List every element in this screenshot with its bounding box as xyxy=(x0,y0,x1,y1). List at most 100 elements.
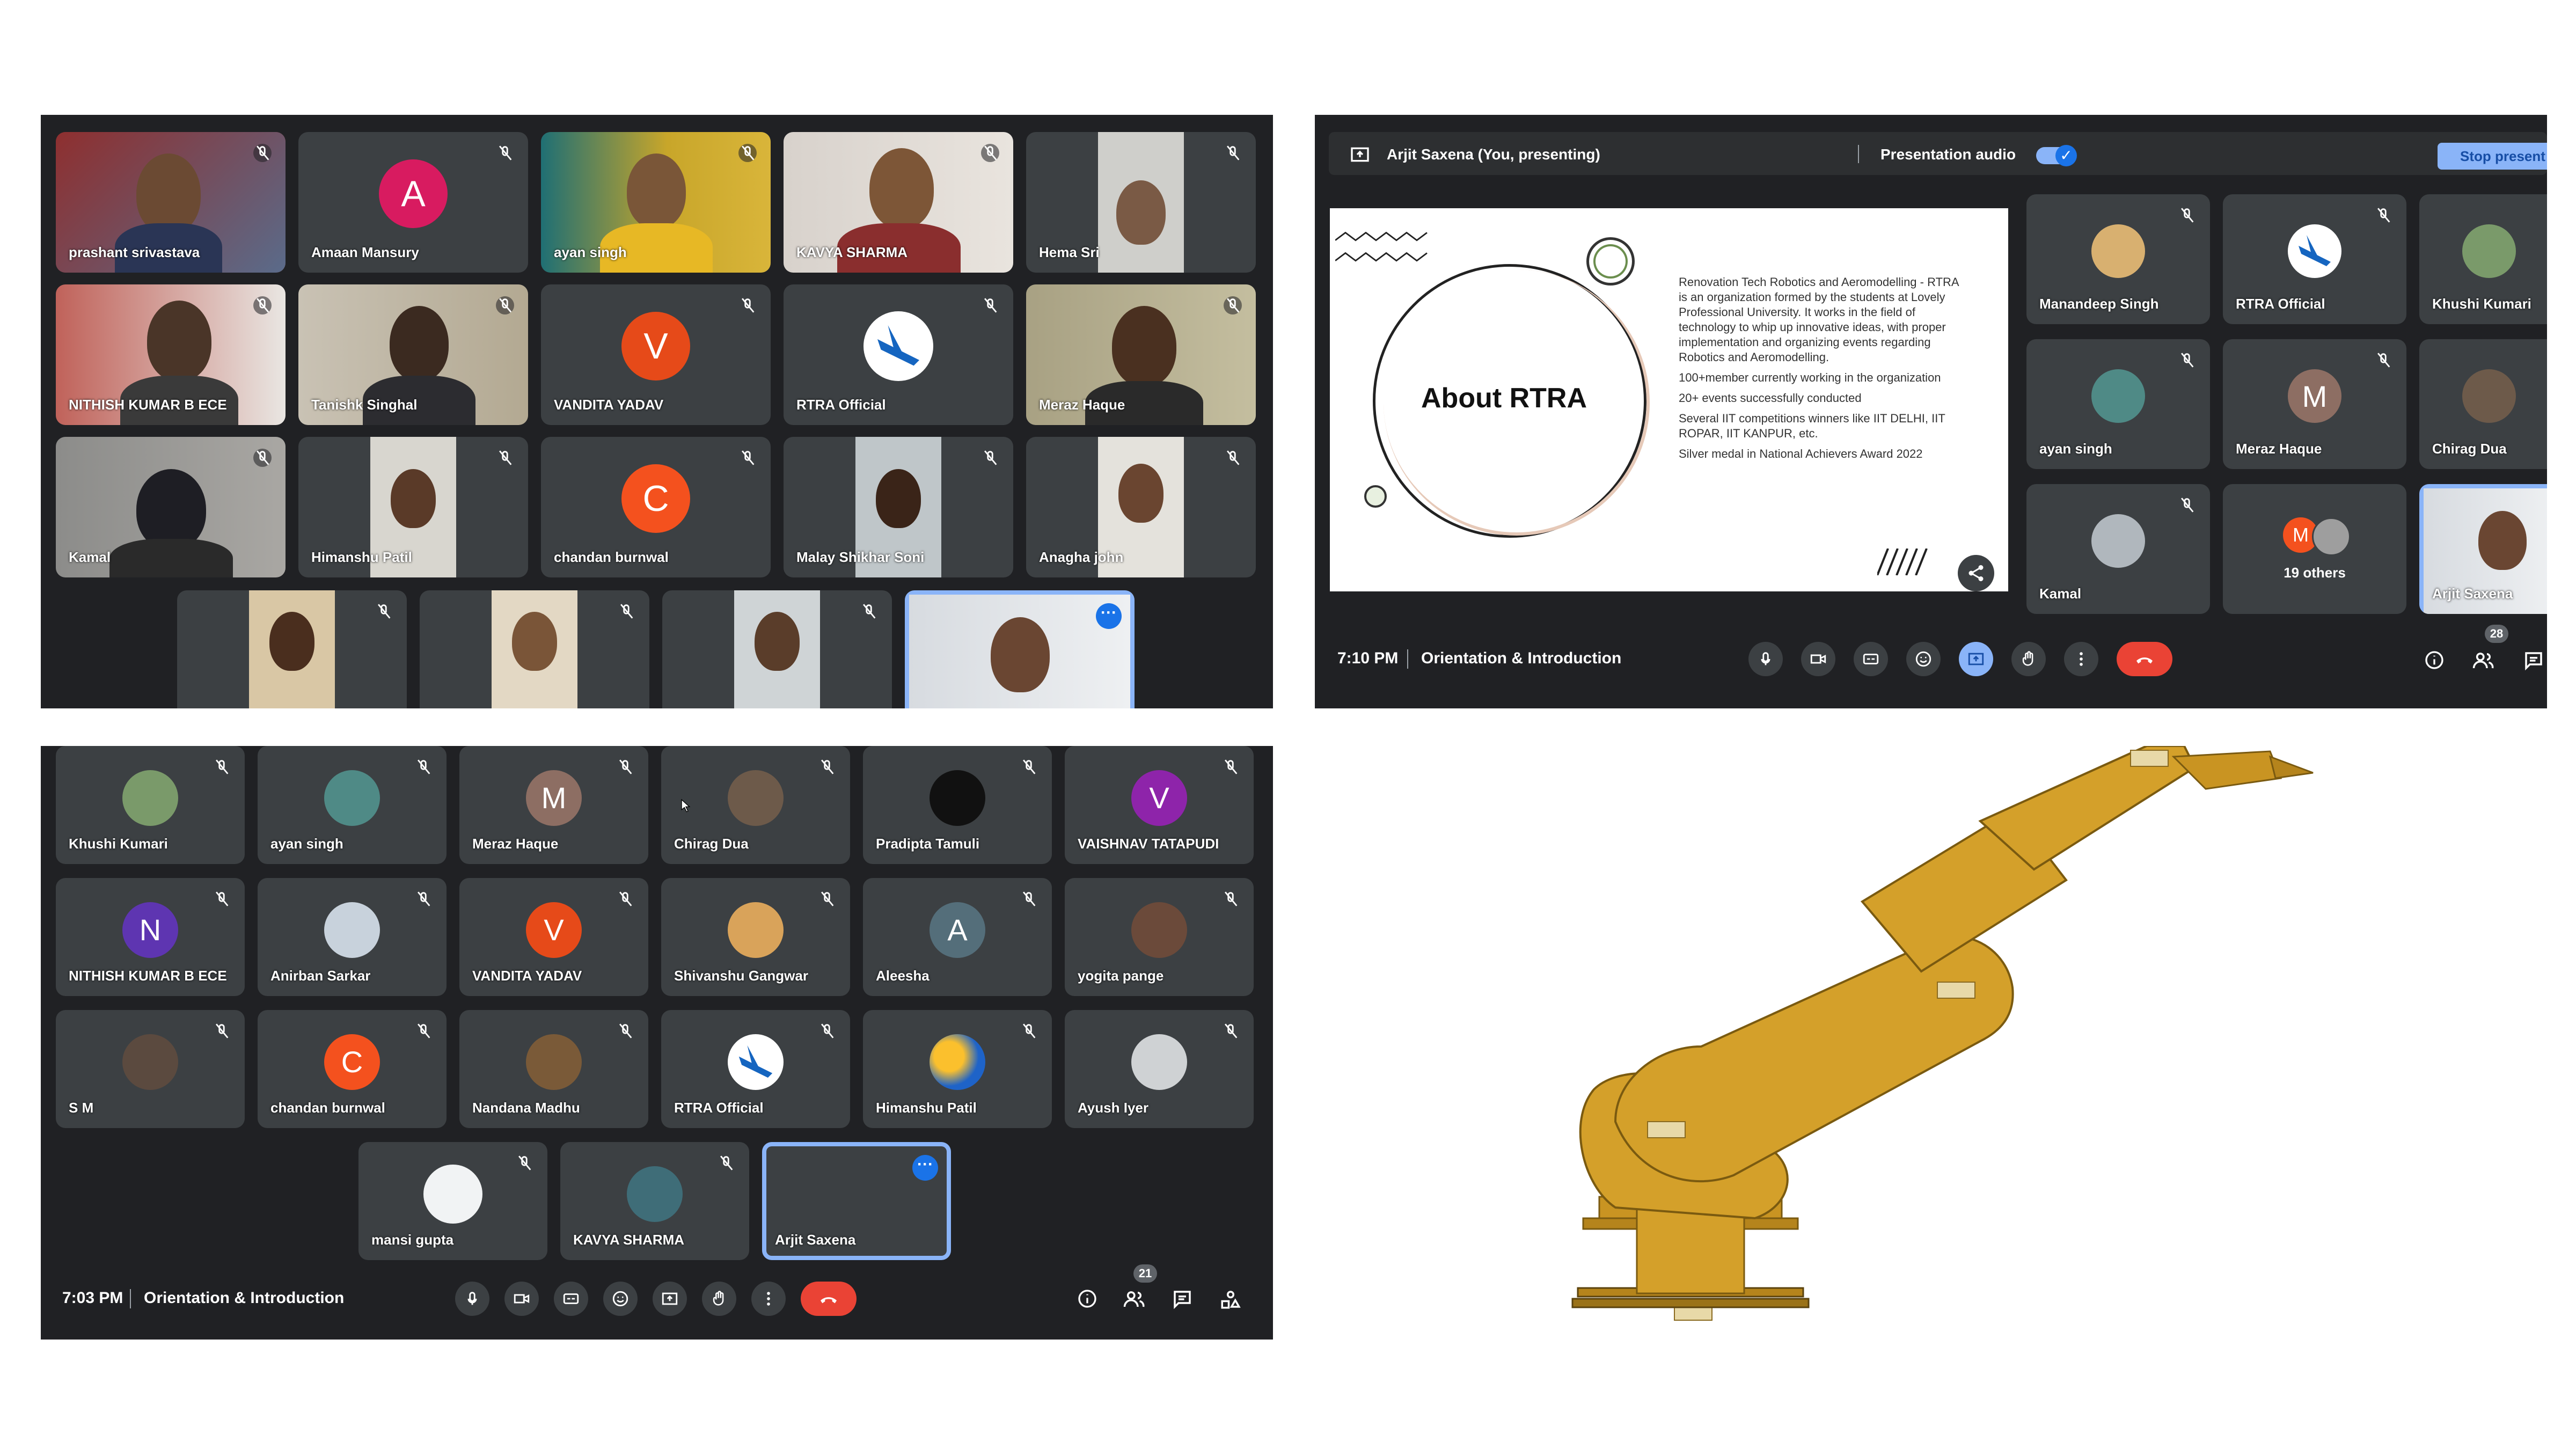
participant-tile[interactable]: Kamal xyxy=(56,437,286,577)
chat-icon[interactable] xyxy=(1171,1288,1194,1311)
participant-tile[interactable] xyxy=(177,590,407,708)
mic-off-icon xyxy=(1224,891,1238,906)
activities-icon[interactable] xyxy=(1219,1288,1242,1311)
stop-presenting-button[interactable]: Stop present xyxy=(2438,143,2547,170)
participant-tile[interactable]: Pradipta Tamuli xyxy=(863,746,1052,864)
share-icon[interactable] xyxy=(1958,555,1994,591)
participant-tile[interactable]: RTRA Official xyxy=(784,284,1013,425)
presentation-audio-toggle[interactable]: ✓ xyxy=(2036,145,2077,166)
participant-name: RTRA Official xyxy=(2236,296,2325,312)
participant-tile[interactable]: ayan singh xyxy=(2026,339,2210,469)
participant-tile[interactable]: Kamal xyxy=(2026,484,2210,614)
self-view-tile[interactable]: Arjit Saxena xyxy=(2419,484,2547,614)
participant-tile[interactable]: Hema Sri xyxy=(1026,132,1256,273)
participant-tile[interactable]: Himanshu Patil xyxy=(863,1010,1052,1128)
participant-tile[interactable]: Himanshu Patil xyxy=(298,437,528,577)
others-tile[interactable]: M 19 others xyxy=(2223,484,2406,614)
captions-button[interactable] xyxy=(554,1282,588,1316)
participant-tile[interactable]: C chandan burnwal xyxy=(541,437,771,577)
present-screen-icon xyxy=(662,1292,678,1305)
leave-call-button[interactable] xyxy=(2117,642,2172,676)
participant-name: S M xyxy=(69,1100,94,1116)
participant-tile[interactable]: NITHISH KUMAR B ECE xyxy=(56,284,286,425)
participant-tile[interactable]: Malay Shikhar Soni xyxy=(784,437,1013,577)
participant-tile[interactable]: prashant srivastava xyxy=(56,132,286,273)
participant-tile[interactable]: A Aleesha xyxy=(863,878,1052,996)
participant-tile[interactable]: S M xyxy=(56,1010,245,1128)
phone-hangup-icon xyxy=(821,1297,837,1304)
mic-off-icon xyxy=(619,1023,632,1038)
participant-tile[interactable]: Anagha john xyxy=(1026,437,1256,577)
more-options-button[interactable] xyxy=(751,1282,786,1316)
camera-button[interactable] xyxy=(1801,642,1835,676)
self-view-tile[interactable]: ··· Arjit Saxena xyxy=(762,1142,951,1260)
reactions-button[interactable] xyxy=(1906,642,1941,676)
avatar xyxy=(2462,369,2516,423)
zigzag-decoration xyxy=(1335,232,1428,262)
participant-tile[interactable]: V VANDITA YADAV xyxy=(541,284,771,425)
mic-off-icon xyxy=(981,144,999,162)
participant-tile[interactable]: KAVYA SHARMA xyxy=(560,1142,749,1260)
avatar xyxy=(122,1034,178,1090)
captions-button[interactable] xyxy=(1854,642,1888,676)
participant-tile[interactable]: Khushi Kumari xyxy=(56,746,245,864)
participant-tile[interactable]: yogita pange xyxy=(1065,878,1254,996)
participant-tile[interactable]: Manandeep Singh xyxy=(2026,194,2210,324)
more-options-icon[interactable]: ··· xyxy=(1096,603,1122,629)
more-options-icon[interactable]: ··· xyxy=(912,1155,938,1181)
participant-tile[interactable]: RTRA Official xyxy=(2223,194,2406,324)
participant-tile[interactable] xyxy=(662,590,892,708)
participant-tile[interactable]: RTRA Official xyxy=(661,1010,850,1128)
microphone-button[interactable] xyxy=(455,1282,489,1316)
mic-off-icon xyxy=(619,891,632,906)
participant-tile[interactable]: Chirag Dua xyxy=(661,746,850,864)
participant-tile[interactable]: Shivanshu Gangwar xyxy=(661,878,850,996)
participant-tile[interactable]: Ayush Iyer xyxy=(1065,1010,1254,1128)
participant-tile[interactable]: Cchandan burnwal xyxy=(258,1010,447,1128)
participant-tile[interactable]: Anirban Sarkar xyxy=(258,878,447,996)
participant-tile[interactable]: ayan singh xyxy=(541,132,771,273)
chat-icon[interactable] xyxy=(2522,649,2545,672)
info-icon[interactable] xyxy=(1077,1288,1098,1309)
captions-icon xyxy=(1863,654,1879,664)
participant-tile[interactable]: Chirag Dua xyxy=(2419,339,2547,469)
participant-name: ayan singh xyxy=(270,836,343,852)
present-button[interactable] xyxy=(1959,642,1993,676)
camera-button[interactable] xyxy=(504,1282,539,1316)
participant-tile[interactable]: Tanishk Singhal xyxy=(298,284,528,425)
participant-tile[interactable]: N NITHISH KUMAR B ECE xyxy=(56,878,245,996)
participant-tile[interactable]: A Amaan Mansury xyxy=(298,132,528,273)
participant-tile[interactable]: M Meraz Haque xyxy=(2223,339,2406,469)
participant-tile[interactable] xyxy=(420,590,649,708)
participant-tile[interactable]: mansi gupta xyxy=(358,1142,547,1260)
robot-foot xyxy=(1571,1298,1810,1308)
mic-off-icon xyxy=(496,296,514,314)
raise-hand-button[interactable] xyxy=(702,1282,736,1316)
present-button[interactable] xyxy=(653,1282,687,1316)
avatar xyxy=(2462,224,2516,279)
mic-off-icon xyxy=(2180,353,2194,368)
participant-tile[interactable]: M Meraz Haque xyxy=(459,746,648,864)
mic-off-icon xyxy=(2180,497,2194,513)
participant-tile[interactable]: Meraz Haque xyxy=(1026,284,1256,425)
participant-name: NITHISH KUMAR B ECE xyxy=(69,968,227,984)
cursor-icon xyxy=(681,799,691,813)
participant-tile[interactable]: Nandana Madhu xyxy=(459,1010,648,1128)
people-icon[interactable] xyxy=(1123,1288,1145,1311)
participant-tile[interactable]: V VAISHNAV TATAPUDI xyxy=(1065,746,1254,864)
self-view-tile[interactable]: ··· xyxy=(905,590,1135,708)
more-options-button[interactable] xyxy=(2064,642,2098,676)
people-icon[interactable] xyxy=(2472,649,2494,672)
leave-call-button[interactable] xyxy=(801,1282,857,1316)
avatar xyxy=(728,770,784,826)
participant-tile[interactable]: Khushi Kumari xyxy=(2419,194,2547,324)
avatar: A xyxy=(379,159,448,229)
microphone-button[interactable] xyxy=(1748,642,1783,676)
participant-tile[interactable]: V VANDITA YADAV xyxy=(459,878,648,996)
avatar xyxy=(2091,224,2145,279)
reactions-button[interactable] xyxy=(603,1282,638,1316)
participant-tile[interactable]: ayan singh xyxy=(258,746,447,864)
participant-tile[interactable]: KAVYA SHARMA xyxy=(784,132,1013,273)
info-icon[interactable] xyxy=(2424,649,2445,671)
raise-hand-button[interactable] xyxy=(2011,642,2046,676)
